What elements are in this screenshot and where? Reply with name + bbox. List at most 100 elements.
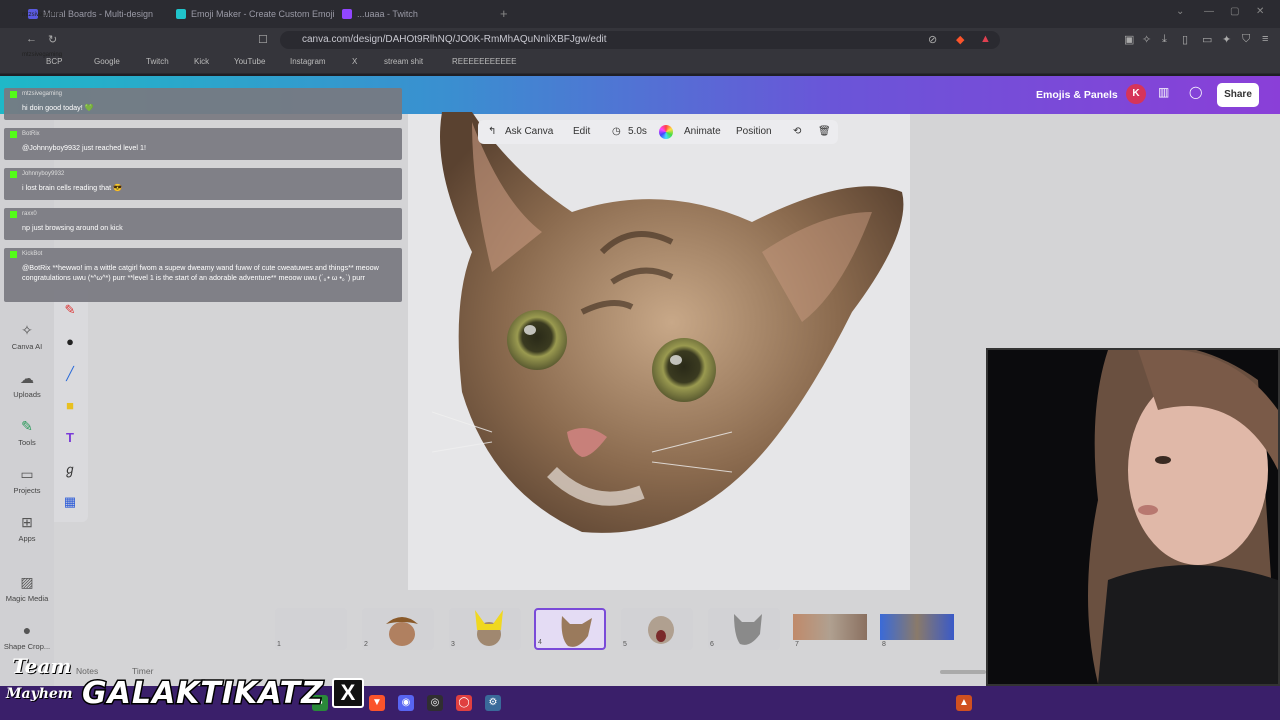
cat-head-image[interactable] bbox=[432, 112, 912, 542]
page-thumbnail[interactable]: 8 bbox=[880, 608, 954, 650]
chat-message: mtzsivegaming hi doin good today! 💚 bbox=[4, 88, 402, 120]
close-window-icon[interactable]: ✕ bbox=[1256, 6, 1264, 17]
vpn-icon[interactable]: ⛉ bbox=[1242, 33, 1250, 46]
page-thumbnail-selected[interactable]: 4 bbox=[534, 608, 606, 650]
duration-button[interactable]: 5.0s bbox=[628, 126, 647, 137]
chat-message: KickBot @BotRix **hewwo! im a wittle cat… bbox=[4, 248, 402, 302]
animate-button[interactable]: Animate bbox=[684, 126, 721, 137]
sidebar-item-label: Projects bbox=[13, 486, 41, 495]
ask-canva-button[interactable]: Ask Canva bbox=[505, 126, 553, 137]
browser-tab[interactable]: Emoji Maker - Create Custom Emoji bbox=[176, 4, 335, 24]
stream-chat-overlay: mtzsivegaming mtzsivegaming mtzsivegamin… bbox=[0, 12, 402, 304]
extension-icon[interactable]: ▣ bbox=[1124, 33, 1134, 46]
browser-tab[interactable]: ...uaaa - Twitch bbox=[342, 4, 418, 24]
share-button[interactable]: Share bbox=[1217, 83, 1259, 107]
position-button[interactable]: Position bbox=[736, 126, 772, 137]
window-menu-icon[interactable]: ⌄ bbox=[1176, 6, 1184, 17]
team-logo-overlay: Team Mayhem GALAKTIKATZ X bbox=[0, 652, 380, 716]
bookmark-item[interactable]: Google bbox=[94, 57, 120, 66]
sidebar-item-label: Shape Crop... bbox=[3, 642, 51, 651]
sidebar-item-label: Uploads bbox=[13, 390, 41, 399]
color-swatch-icon[interactable]: ● bbox=[62, 334, 78, 350]
folder-icon: ▭ bbox=[20, 466, 34, 482]
page-number: 6 bbox=[710, 641, 714, 648]
sidebar-item-canva-ai[interactable]: ✧ Canva AI bbox=[0, 322, 54, 351]
page-number: 7 bbox=[795, 641, 799, 648]
table-icon[interactable]: ▦ bbox=[62, 494, 78, 510]
clock-icon: ◷ bbox=[612, 126, 621, 137]
magic-media-icon: ▨ bbox=[20, 574, 34, 590]
bookmark-item[interactable]: X bbox=[352, 57, 357, 66]
browser-nav-bar: ← ↻ ☐ canva.com/design/DAHOt9RlhNQ/JO0K-… bbox=[0, 28, 1280, 52]
signature-icon[interactable]: ℊ bbox=[62, 462, 78, 478]
page-number: 8 bbox=[882, 641, 886, 648]
bookmark-item[interactable]: BCP bbox=[46, 57, 62, 66]
back-icon[interactable]: ← bbox=[26, 33, 37, 45]
apps-icon: ⊞ bbox=[21, 514, 33, 530]
bookmark-item[interactable]: YouTube bbox=[234, 57, 265, 66]
discord-icon[interactable]: ◉ bbox=[398, 695, 414, 711]
leo-icon[interactable]: ✦ bbox=[1222, 33, 1231, 46]
tab-label: ...uaaa - Twitch bbox=[357, 9, 418, 19]
chat-username: Johnnyboy9932 bbox=[22, 171, 65, 177]
tab-favicon-icon bbox=[176, 9, 186, 19]
draw-tool-panel: ✎ ● ╱ ■ T ℊ ▦ bbox=[54, 290, 88, 522]
new-tab-button[interactable]: + bbox=[500, 6, 508, 21]
design-title[interactable]: Emojis & Panels bbox=[1036, 89, 1118, 101]
marker-icon[interactable]: ╱ bbox=[62, 366, 78, 382]
sidebar-item-uploads[interactable]: ☁ Uploads bbox=[0, 370, 54, 399]
tab-label: Emoji Maker - Create Custom Emoji bbox=[191, 9, 335, 19]
comment-icon[interactable]: ◯ bbox=[1189, 85, 1202, 99]
sticky-note-icon[interactable]: ■ bbox=[62, 398, 78, 414]
filmstrip-scrollbar[interactable] bbox=[940, 670, 986, 674]
sidebar-item-tools[interactable]: ✎ Tools bbox=[0, 418, 54, 447]
delete-icon[interactable]: 🗑 bbox=[818, 126, 831, 137]
notification-icon[interactable]: ▲ bbox=[956, 695, 972, 711]
color-wheel-icon[interactable] bbox=[659, 125, 673, 139]
sidebar-item-magic-media[interactable]: ▨ Magic Media bbox=[0, 574, 54, 603]
reload-icon[interactable]: ↻ bbox=[48, 33, 57, 46]
sidebar-toggle-icon[interactable]: ▯ bbox=[1182, 33, 1188, 46]
page-thumbnail[interactable]: 6 bbox=[708, 608, 780, 650]
page-thumbnail[interactable]: 7 bbox=[793, 608, 867, 650]
minimize-icon[interactable]: — bbox=[1204, 6, 1214, 17]
streamer-webcam-feed bbox=[1088, 344, 1278, 684]
bookmark-item[interactable]: stream shit bbox=[384, 57, 423, 66]
page-thumbnail[interactable]: 1 bbox=[275, 608, 347, 650]
brave-shield-icon[interactable]: ◆ bbox=[956, 33, 964, 46]
menu-icon[interactable]: ≡ bbox=[1262, 33, 1268, 45]
settings-icon[interactable]: ⚙ bbox=[485, 695, 501, 711]
download-icon[interactable]: ⤓ bbox=[1162, 33, 1167, 46]
page-filmstrip: 1 2 3 4 5 6 7 8 bbox=[270, 604, 990, 656]
chat-username: raxx0 bbox=[22, 211, 37, 217]
sidebar-item-projects[interactable]: ▭ Projects bbox=[0, 466, 54, 495]
record-icon[interactable]: ◯ bbox=[456, 695, 472, 711]
chat-message: BotRix @Johnnyboy9932 just reached level… bbox=[4, 128, 402, 160]
pen-icon[interactable]: ✎ bbox=[62, 302, 78, 318]
bookmark-icon[interactable]: ☐ bbox=[258, 33, 268, 46]
insights-icon[interactable]: ▥ bbox=[1158, 85, 1169, 99]
no-tracking-icon[interactable]: ⊘ bbox=[928, 33, 937, 46]
bookmark-item[interactable]: Twitch bbox=[146, 57, 169, 66]
refresh-icon[interactable]: ⟲ bbox=[793, 126, 801, 137]
obs-icon[interactable]: ◎ bbox=[427, 695, 443, 711]
avatar[interactable]: K bbox=[1126, 84, 1146, 104]
wallet-icon[interactable]: ▭ bbox=[1202, 33, 1212, 46]
text-tool-icon[interactable]: T bbox=[62, 430, 78, 446]
address-bar[interactable]: canva.com/design/DAHOt9RlhNQ/JO0K-RmMhAQ… bbox=[280, 31, 1000, 49]
bookmark-item[interactable]: Kick bbox=[194, 57, 209, 66]
page-thumbnail[interactable]: 5 bbox=[621, 608, 693, 650]
sidebar-item-apps[interactable]: ⊞ Apps bbox=[0, 514, 54, 543]
mayhem-text: Mayhem bbox=[6, 686, 73, 702]
puzzle-icon[interactable]: ✧ bbox=[1142, 33, 1151, 46]
bookmark-item[interactable]: Instagram bbox=[290, 57, 326, 66]
page-thumbnail[interactable]: 2 bbox=[362, 608, 434, 650]
maximize-icon[interactable]: ▢ bbox=[1230, 6, 1239, 17]
edit-button[interactable]: Edit bbox=[573, 126, 590, 137]
page-thumbnail[interactable]: 3 bbox=[449, 608, 521, 650]
brave-rewards-icon[interactable]: ▲ bbox=[980, 33, 991, 45]
sidebar-item-shape-crop[interactable]: ● Shape Crop... bbox=[0, 622, 54, 651]
grey-cat-thumbnail bbox=[734, 614, 762, 645]
bookmark-item[interactable]: REEEEEEEEEEE bbox=[452, 57, 516, 66]
chat-username: mtzsivegaming bbox=[22, 52, 63, 58]
